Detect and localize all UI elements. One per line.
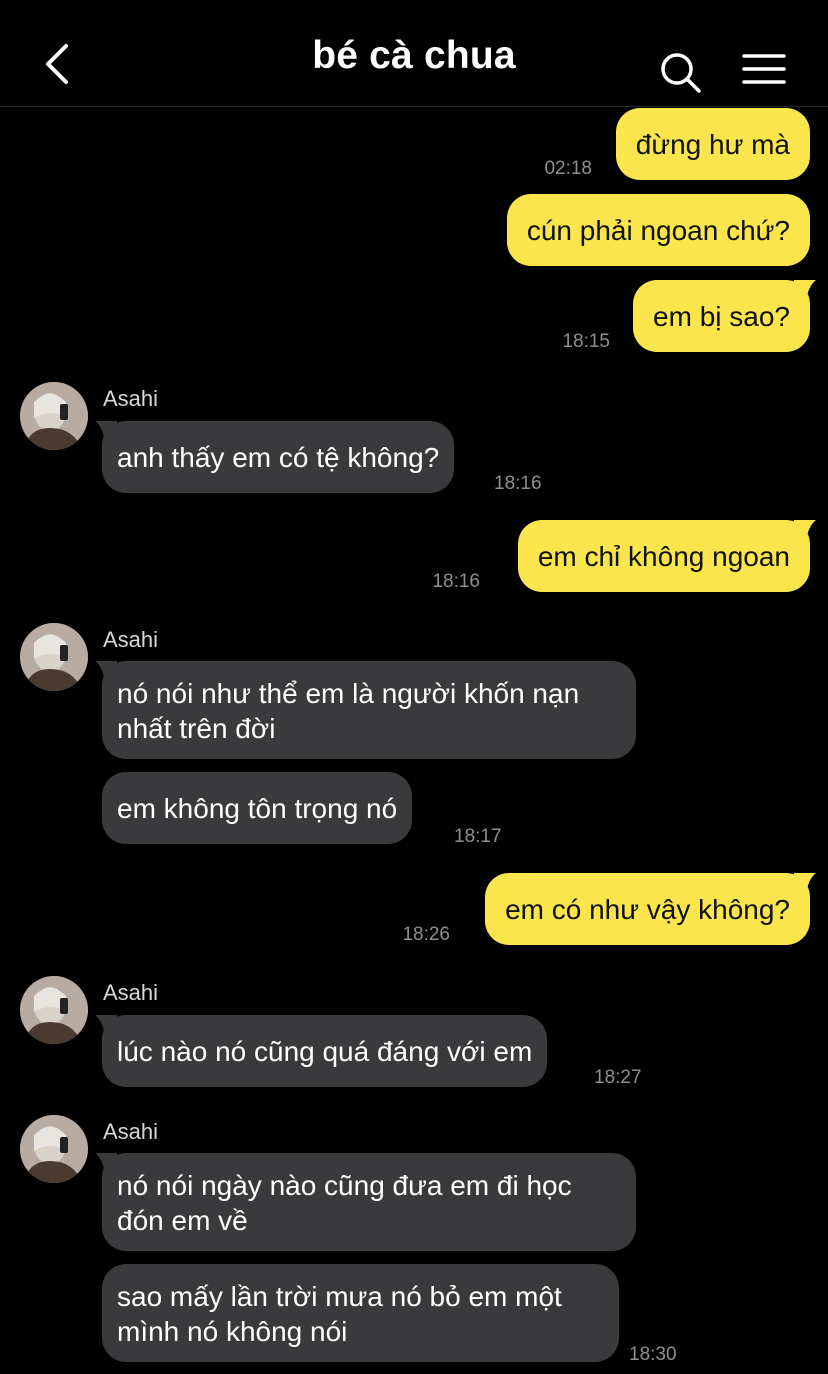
message-text: em bị sao?: [653, 300, 790, 332]
their-message-bubble[interactable]: lúc nào nó cũng quá đáng với em: [95, 1015, 548, 1087]
message-text: em không tôn trọng nó: [117, 792, 398, 824]
bubble-tail: [794, 280, 816, 302]
bubble-tail: [95, 1015, 117, 1037]
their-message-bubble[interactable]: em không tôn trọng nó: [102, 772, 413, 844]
avatar-image: [20, 976, 88, 1044]
their-message-bubble[interactable]: nó nói ngày nào cũng đưa em đi học đón e…: [95, 1153, 636, 1251]
message-text: nó nói ngày nào cũng đưa em đi học đón e…: [117, 1170, 572, 1236]
my-message-bubble[interactable]: em bị sao?: [633, 280, 816, 352]
menu-button[interactable]: [742, 52, 786, 88]
sender-name: Asahi: [103, 980, 159, 1005]
my-message-bubble[interactable]: em chỉ không ngoan: [517, 520, 816, 592]
message-timestamp: 18:16: [432, 571, 480, 592]
hamburger-menu-icon: [742, 54, 786, 84]
their-message-bubble[interactable]: anh thấy em có tệ không?: [95, 421, 455, 493]
avatar[interactable]: [20, 382, 88, 450]
chat-header: bé cà chua: [0, 0, 828, 107]
message-timestamp: 02:18: [544, 158, 592, 179]
their-message-bubble[interactable]: sao mấy lần trời mưa nó bỏ em một mình n…: [102, 1264, 619, 1362]
sender-name: Asahi: [103, 386, 159, 411]
message-text: nó nói như thể em là người khốn nạn nhất…: [117, 678, 580, 744]
message-timestamp: 18:30: [629, 1344, 677, 1365]
bubble-tail: [95, 1153, 117, 1175]
search-button[interactable]: [658, 50, 704, 96]
bubble-tail: [95, 661, 117, 683]
message-timestamp: 18:17: [454, 826, 502, 847]
my-message-bubble[interactable]: cún phải ngoan chứ?: [506, 194, 810, 266]
message-timestamp: 18:26: [402, 924, 450, 945]
bubble-tail: [794, 520, 816, 542]
sender-name: Asahi: [103, 627, 159, 652]
my-message-bubble[interactable]: đừng hư mà: [615, 108, 810, 180]
avatar-image: [20, 1115, 88, 1183]
avatar-image: [20, 623, 88, 691]
avatar[interactable]: [20, 623, 88, 691]
message-timestamp: 18:16: [494, 473, 542, 494]
message-timestamp: 18:15: [562, 331, 610, 352]
bubble-tail: [95, 421, 117, 443]
sender-name: Asahi: [103, 1119, 159, 1144]
message-text: anh thấy em có tệ không?: [117, 441, 440, 473]
bubble-tail: [794, 873, 816, 895]
their-message-bubble[interactable]: nó nói như thể em là người khốn nạn nhất…: [95, 661, 636, 759]
message-timestamp: 18:27: [594, 1067, 642, 1088]
search-icon: [661, 53, 701, 93]
my-message-bubble[interactable]: em có như vậy không?: [485, 873, 816, 945]
avatar[interactable]: [20, 976, 88, 1044]
avatar[interactable]: [20, 1115, 88, 1183]
message-text: lúc nào nó cũng quá đáng với em: [117, 1035, 533, 1067]
message-text: sao mấy lần trời mưa nó bỏ em một mình n…: [117, 1281, 562, 1347]
message-text: em có như vậy không?: [505, 893, 790, 925]
avatar-image: [20, 382, 88, 450]
message-text: cún phải ngoan chứ?: [526, 214, 790, 246]
message-text: em chỉ không ngoan: [537, 540, 790, 572]
message-text: đừng hư mà: [635, 128, 790, 160]
